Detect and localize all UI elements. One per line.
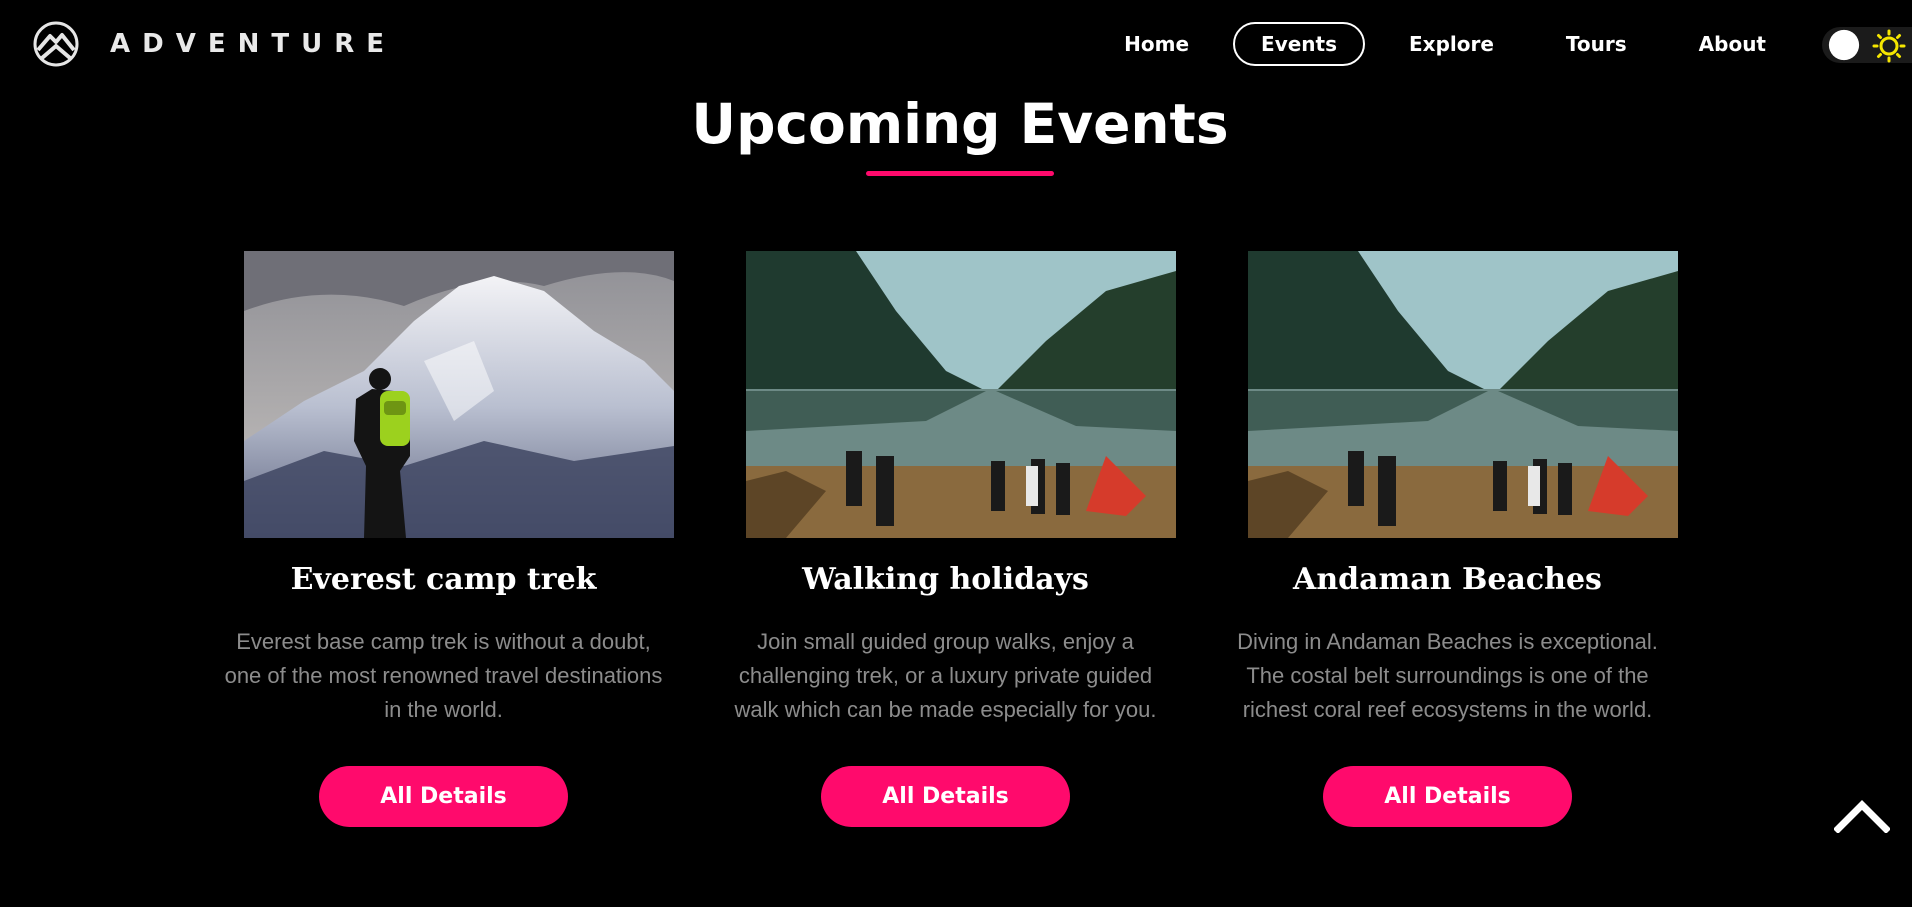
nav-explore[interactable]: Explore [1381, 22, 1522, 66]
lake-camp-image [1248, 251, 1678, 538]
site-header: ADVENTURE Home Events Explore Tours Abou… [0, 0, 1912, 90]
snowy-mountain-hiker-image [244, 251, 674, 538]
main-nav: Home Events Explore Tours About [1080, 22, 1794, 66]
title-underline [866, 171, 1054, 176]
sun-icon [1872, 29, 1906, 63]
event-description: Diving in Andaman Beaches is exceptional… [1237, 629, 1658, 722]
mountain-logo-icon [33, 21, 79, 67]
all-details-button[interactable]: All Details [1323, 766, 1572, 827]
lake-camp-image [746, 251, 1176, 538]
section-title: Upcoming Events [691, 92, 1229, 156]
toggle-knob [1828, 29, 1860, 61]
event-description: Everest base camp trek is without a doub… [224, 629, 663, 722]
event-title: Everest camp trek [290, 562, 597, 597]
brand-name: ADVENTURE [110, 29, 396, 59]
event-title: Andaman Beaches [1293, 562, 1602, 597]
event-description: Join small guided group walks, enjoy a c… [734, 629, 1157, 722]
brand-logo[interactable]: ADVENTURE [32, 20, 396, 68]
nav-tours[interactable]: Tours [1538, 22, 1655, 66]
nav-events[interactable]: Events [1233, 22, 1366, 66]
nav-home[interactable]: Home [1096, 22, 1217, 66]
chevron-up-icon[interactable] [1834, 797, 1890, 833]
all-details-button[interactable]: All Details [821, 766, 1070, 827]
theme-toggle[interactable] [1822, 27, 1912, 63]
event-title: Walking holidays [802, 562, 1089, 597]
all-details-button[interactable]: All Details [319, 766, 568, 827]
nav-about[interactable]: About [1671, 22, 1794, 66]
